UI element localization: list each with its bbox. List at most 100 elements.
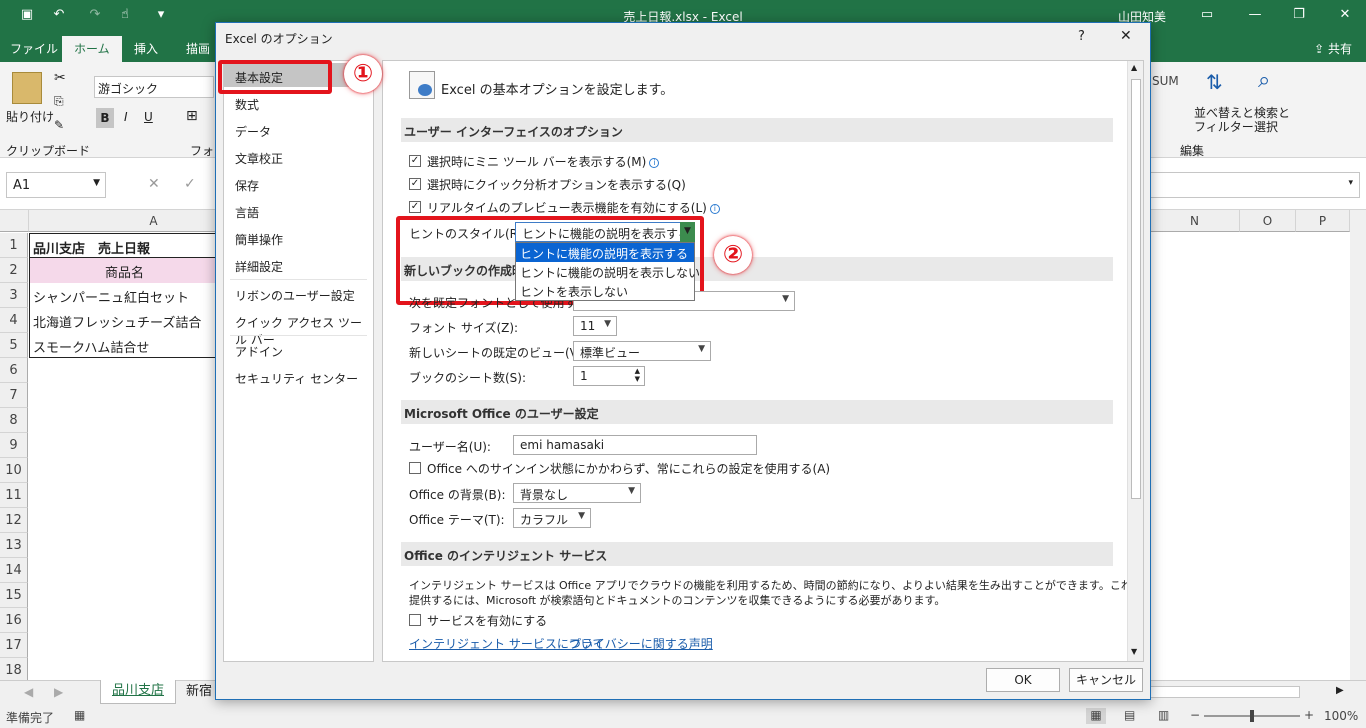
cell-A4[interactable]: 北海道フレッシュチーズ詰合 (29, 308, 219, 333)
nav-data[interactable]: データ (235, 123, 271, 140)
sheet-count-spinner[interactable]: 1 ▲ ▼ (573, 366, 645, 386)
tab-draw[interactable]: 描画 (186, 40, 210, 57)
row-header[interactable]: 9 (0, 433, 28, 458)
zoom-in-icon[interactable]: + (1304, 708, 1314, 722)
tab-insert[interactable]: 挿入 (134, 40, 158, 57)
row-header[interactable]: 15 (0, 583, 28, 608)
dropdown-option-hide-desc[interactable]: ヒントに機能の説明を表示しない (516, 262, 700, 281)
zoom-slider-thumb[interactable] (1250, 710, 1254, 722)
paste-label[interactable]: 貼り付け (6, 108, 54, 125)
page-break-icon[interactable]: ▥ (1158, 708, 1169, 722)
cell-A2[interactable]: 商品名 (29, 258, 219, 283)
row-header[interactable]: 8 (0, 408, 28, 433)
italic-button[interactable]: I (124, 110, 128, 124)
username-input[interactable]: emi hamasaki (513, 435, 757, 455)
nav-trust-center[interactable]: セキュリティ センター (235, 370, 358, 387)
row-header[interactable]: 10 (0, 458, 28, 483)
select-all-corner[interactable] (0, 210, 29, 232)
autosum-label[interactable]: SUM (1152, 74, 1179, 88)
nav-language[interactable]: 言語 (235, 204, 259, 221)
tab-home[interactable]: ホーム (62, 36, 122, 62)
nav-formulas[interactable]: 数式 (235, 96, 259, 113)
row-header[interactable]: 14 (0, 558, 28, 583)
enter-entry-icon[interactable]: ✓ (184, 176, 196, 192)
nav-proofing[interactable]: 文章校正 (235, 150, 283, 167)
sort-filter-icon[interactable]: ⇅ (1206, 70, 1223, 94)
nav-customize-ribbon[interactable]: リボンのユーザー設定 (235, 287, 355, 304)
maximize-icon[interactable]: ❐ (1288, 4, 1310, 26)
content-scrollbar[interactable]: ▲ ▼ (1127, 61, 1143, 661)
name-box[interactable]: A1 ▼ (6, 172, 106, 198)
find-select-label[interactable]: 検索と 選択 (1254, 106, 1290, 134)
row-header[interactable]: 5 (0, 333, 28, 358)
tab-file[interactable]: ファイル (10, 40, 58, 57)
mini-toolbar-checkbox[interactable]: ✓ (409, 155, 421, 167)
formula-input[interactable]: ▾ (1150, 172, 1360, 198)
nav-ease-of-access[interactable]: 簡単操作 (235, 231, 283, 248)
spinner-arrows-icon[interactable]: ▲ ▼ (635, 367, 640, 383)
always-use-settings-checkbox[interactable] (409, 462, 421, 474)
enable-services-checkbox[interactable] (409, 614, 421, 626)
nav-advanced[interactable]: 詳細設定 (235, 258, 283, 275)
help-button[interactable]: ? (1078, 29, 1085, 44)
format-painter-icon[interactable]: ✎ (54, 118, 64, 132)
cancel-button[interactable]: キャンセル (1069, 668, 1143, 692)
column-header-O[interactable]: O (1240, 210, 1296, 232)
borders-icon[interactable]: ⊞ (186, 108, 198, 124)
zoom-out-icon[interactable]: − (1190, 708, 1200, 722)
row-header[interactable]: 12 (0, 508, 28, 533)
sheet-tab-shinjuku[interactable]: 新宿 (178, 681, 218, 704)
row-header[interactable]: 13 (0, 533, 28, 558)
find-select-icon[interactable]: ⌕ (1258, 68, 1270, 93)
office-theme-select[interactable]: カラフル ▼ (513, 508, 591, 528)
row-header[interactable]: 16 (0, 608, 28, 633)
vertical-scrollbar[interactable] (1350, 210, 1366, 680)
bold-button[interactable]: B (96, 108, 114, 128)
scrollbar-thumb[interactable] (1131, 79, 1141, 499)
prev-sheet-icon[interactable]: ◀ (24, 685, 33, 699)
dropdown-option-show-desc[interactable]: ヒントに機能の説明を表示する (516, 243, 694, 262)
row-header[interactable]: 7 (0, 383, 28, 408)
font-size-select[interactable]: 11 ▼ (573, 316, 617, 336)
scroll-up-icon[interactable]: ▲ (1131, 63, 1137, 72)
nav-add-ins[interactable]: アドイン (235, 343, 283, 360)
copy-icon[interactable]: ⎘ (54, 94, 64, 109)
row-header[interactable]: 6 (0, 358, 28, 383)
column-header-N[interactable]: N (1150, 210, 1240, 232)
underline-button[interactable]: U (144, 110, 153, 124)
close-window-icon[interactable]: ✕ (1334, 4, 1356, 26)
nav-save[interactable]: 保存 (235, 177, 259, 194)
row-header[interactable]: 2 (0, 258, 28, 283)
ok-button[interactable]: OK (986, 668, 1060, 692)
office-background-select[interactable]: 背景なし ▼ (513, 483, 641, 503)
zoom-level[interactable]: 100% (1324, 709, 1358, 723)
row-header[interactable]: 11 (0, 483, 28, 508)
share-button[interactable]: ⇪ 共有 (1314, 40, 1352, 57)
paste-icon[interactable] (12, 72, 42, 104)
row-header[interactable]: 1 (0, 233, 28, 258)
live-preview-checkbox[interactable]: ✓ (409, 201, 421, 213)
scroll-down-icon[interactable]: ▼ (1131, 647, 1137, 656)
column-header-P[interactable]: P (1296, 210, 1350, 232)
cell-A3[interactable]: シャンパーニュ紅白セット (29, 283, 219, 308)
font-name-box[interactable]: 游ゴシック (94, 76, 214, 98)
cut-icon[interactable]: ✂ (54, 70, 66, 86)
zoom-slider[interactable] (1204, 710, 1300, 722)
dropdown-option-no-hints[interactable]: ヒントを表示しない (516, 281, 694, 300)
scroll-right-icon[interactable]: ▶ (1336, 685, 1344, 696)
default-view-select[interactable]: 標準ビュー ▼ (573, 341, 711, 361)
cell-A1[interactable]: 品川支店 売上日報 (29, 233, 219, 258)
normal-view-icon[interactable]: ▦ (1086, 708, 1106, 724)
row-header[interactable]: 4 (0, 308, 28, 333)
row-header[interactable]: 3 (0, 283, 28, 308)
sheet-tab-shinagawa[interactable]: 品川支店 (100, 680, 176, 704)
horizontal-scrollbar[interactable] (1150, 686, 1300, 698)
cell-A5[interactable]: スモークハム詰合せ (29, 333, 219, 358)
ribbon-display-icon[interactable]: ▭ (1196, 4, 1218, 26)
sort-filter-label[interactable]: 並べ替えと フィルター (1194, 106, 1254, 134)
macro-record-icon[interactable]: ▦ (74, 708, 85, 722)
row-header[interactable]: 17 (0, 633, 28, 658)
page-layout-icon[interactable]: ▤ (1124, 708, 1135, 722)
quick-analysis-checkbox[interactable]: ✓ (409, 178, 421, 190)
next-sheet-icon[interactable]: ▶ (54, 685, 63, 699)
